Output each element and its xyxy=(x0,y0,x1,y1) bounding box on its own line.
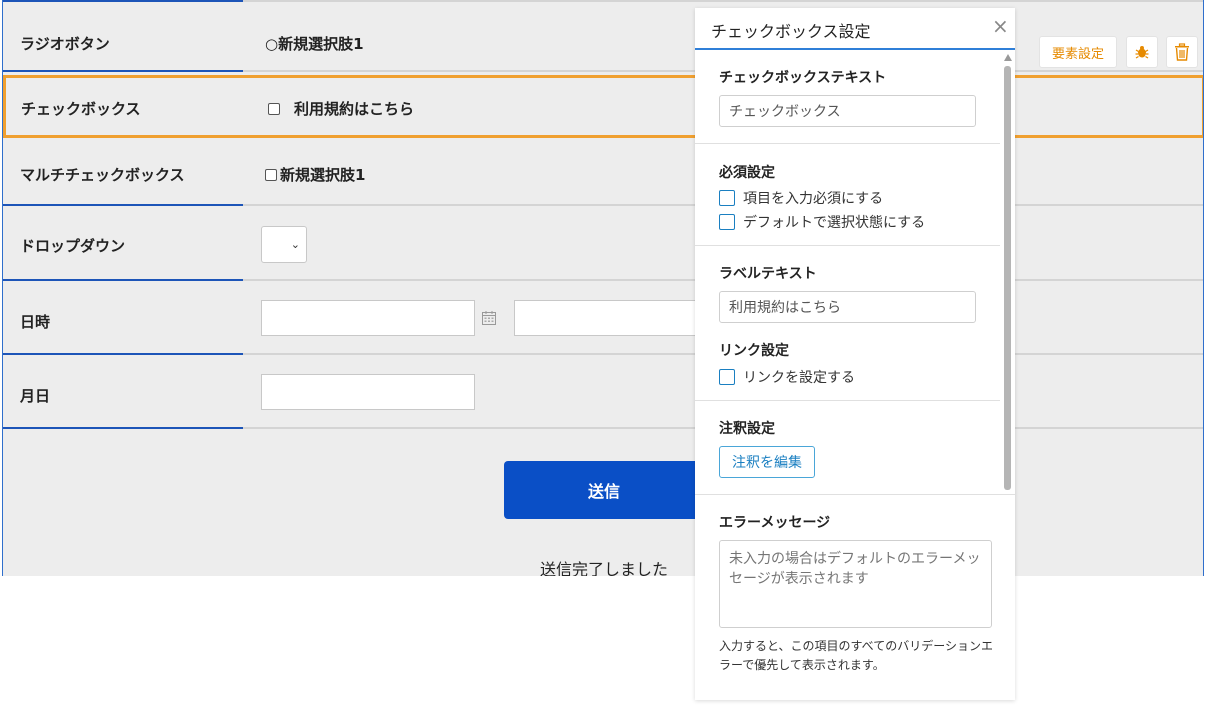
error-message-help-text: 入力すると、この項目のすべてのバリデーションエラーで優先して表示されます。 xyxy=(719,639,993,672)
required-checkbox-label: 項目を入力必須にする xyxy=(743,191,884,207)
panel-scrollbar[interactable] xyxy=(1003,54,1012,494)
default-selected-checkbox-row[interactable]: デフォルトで選択状態にする xyxy=(719,212,925,232)
edit-note-button[interactable]: 注釈を編集 xyxy=(719,446,815,478)
close-icon[interactable]: × xyxy=(992,16,1009,36)
month-day-input[interactable] xyxy=(261,374,475,410)
panel-title: チェックボックス設定 xyxy=(711,22,871,41)
row-label: マルチチェックボックス xyxy=(20,166,185,184)
element-settings-button[interactable]: 要素設定 xyxy=(1039,36,1117,68)
multi-checkbox-option[interactable]: 新規選択肢1 xyxy=(265,164,365,185)
calendar-icon[interactable] xyxy=(481,310,497,326)
scroll-up-arrow-icon[interactable] xyxy=(1004,54,1012,61)
row-label: 月日 xyxy=(20,387,51,405)
link-settings-heading: リンク設定 xyxy=(719,343,789,359)
row-label: ラジオボタン xyxy=(20,35,110,53)
chevron-down-icon: ⌄ xyxy=(290,238,300,251)
debug-button[interactable] xyxy=(1126,36,1158,68)
row-label: 日時 xyxy=(20,313,51,331)
time-input[interactable] xyxy=(514,300,714,336)
panel-header: チェックボックス設定 × xyxy=(695,8,1015,50)
default-selected-checkbox-label: デフォルトで選択状態にする xyxy=(743,215,926,231)
error-message-textarea[interactable] xyxy=(719,540,992,628)
error-message-heading: エラーメッセージ xyxy=(719,515,831,531)
link-checkbox-label: リンクを設定する xyxy=(743,370,855,386)
form-row-month-day[interactable]: 月日 xyxy=(3,355,1203,429)
default-selected-checkbox[interactable] xyxy=(719,214,735,230)
checkbox-option-label: 新規選択肢1 xyxy=(280,166,366,184)
divider xyxy=(695,245,1000,246)
checkbox-box[interactable] xyxy=(265,168,277,181)
checkbox-text-heading: チェックボックステキスト xyxy=(719,70,887,86)
form-row-checkbox-selected[interactable]: チェックボックス 利用規約はこちら xyxy=(3,75,1203,138)
divider xyxy=(695,400,1000,401)
required-checkbox-row[interactable]: 項目を入力必須にする xyxy=(719,188,883,208)
submit-button[interactable]: 送信 xyxy=(504,461,704,519)
note-settings-heading: 注釈設定 xyxy=(719,421,775,437)
scrollbar-thumb[interactable] xyxy=(1004,66,1011,490)
radio-option[interactable]: ○新規選択肢1 xyxy=(265,33,364,54)
trash-icon xyxy=(1175,43,1189,61)
divider xyxy=(695,494,1015,495)
form-row-datetime[interactable]: 日時 xyxy=(3,281,1203,355)
checkbox-label: 利用規約はこちら xyxy=(294,100,415,118)
label-text-heading: ラベルテキスト xyxy=(719,266,817,282)
link-checkbox[interactable] xyxy=(719,369,735,385)
bug-icon xyxy=(1135,46,1149,59)
row-label: ドロップダウン xyxy=(20,237,126,255)
divider xyxy=(695,143,1000,144)
required-checkbox[interactable] xyxy=(719,190,735,206)
checkbox-box[interactable] xyxy=(268,102,280,115)
label-text-input[interactable] xyxy=(719,291,976,323)
link-checkbox-row[interactable]: リンクを設定する xyxy=(719,367,855,387)
checkbox-settings-panel: チェックボックス設定 × チェックボックステキスト 必須設定 項目を入力必須にす… xyxy=(695,8,1015,700)
row-label: チェックボックス xyxy=(21,100,141,118)
checkbox-text-input[interactable] xyxy=(719,95,976,127)
checkbox-field[interactable]: 利用規約はこちら xyxy=(268,98,414,119)
date-input[interactable] xyxy=(261,300,475,336)
form-row-radio[interactable]: ラジオボタン ○新規選択肢1 xyxy=(3,0,1203,72)
completion-message: 送信完了しました xyxy=(540,560,669,576)
form-row-multi-checkbox[interactable]: マルチチェックボックス 新規選択肢1 xyxy=(3,140,1203,206)
delete-button[interactable] xyxy=(1166,36,1198,68)
dropdown-select[interactable]: ⌄ xyxy=(261,226,307,263)
form-editor-canvas: ラジオボタン ○新規選択肢1 チェックボックス 利用規約はこちら マルチチェック… xyxy=(2,0,1204,576)
required-settings-heading: 必須設定 xyxy=(719,165,775,181)
form-row-dropdown[interactable]: ドロップダウン ⌄ xyxy=(3,207,1203,281)
